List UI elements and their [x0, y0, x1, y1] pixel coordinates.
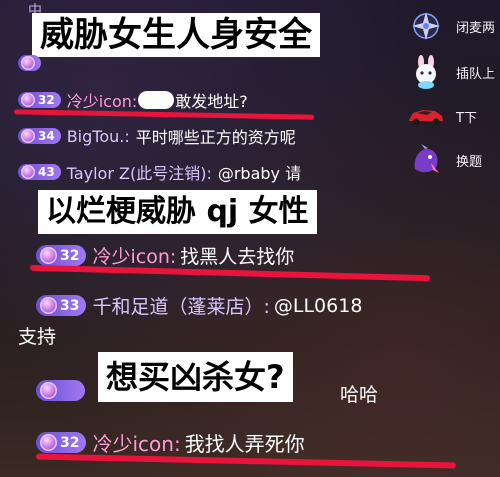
chat-message: 支持	[18, 326, 57, 348]
gem-icon	[40, 434, 57, 451]
gem-icon	[21, 129, 35, 143]
chat-row: 34 BigTou.: 平时哪些正方的资方呢	[18, 124, 296, 148]
race-car-icon	[406, 99, 446, 133]
chat-username: 冷少icon:	[92, 246, 177, 268]
level-number: 34	[38, 129, 55, 143]
level-badge: 34	[18, 128, 61, 144]
level-badge: 33	[36, 295, 87, 316]
gem-icon	[21, 56, 35, 70]
level-number: 32	[60, 247, 80, 264]
level-badge: 32	[36, 245, 87, 266]
chat-username: 千和足道（蓬莱店）:	[92, 296, 270, 318]
chat-message: @rbaby 请	[217, 164, 302, 183]
gem-icon	[21, 93, 35, 107]
level-number: 32	[38, 93, 55, 107]
bunny-mascot-icon	[406, 55, 446, 89]
level-badge: 32	[36, 432, 87, 453]
level-number: 32	[60, 434, 80, 451]
chat-row-tail: 哈哈	[340, 380, 378, 407]
chat-username: 冷少icon:	[92, 432, 181, 456]
caption-hire-killer: 想买凶杀女?	[98, 352, 293, 402]
purple-dragon-icon	[406, 143, 446, 177]
chat-message: 平时哪些正方的资方呢	[135, 128, 296, 147]
level-number: 33	[60, 297, 80, 314]
chat-message: 我找人弄死你	[184, 432, 305, 456]
sidebar-item-label: T下	[456, 110, 477, 126]
chat-row	[18, 55, 41, 71]
chat-row: 43 Taylor Z(此号注销): @rbaby 请	[18, 160, 301, 184]
sidebar-item-kick[interactable]: T下	[400, 92, 500, 140]
livestream-chat-screenshot: 中… 威胁女生人身安全 32 冷少icon: 敢发地址? 34 BigTou.:…	[0, 0, 500, 477]
chat-username: Taylor Z(此号注销):	[66, 164, 212, 183]
chat-row: 32 冷少icon: 我找人弄死你	[36, 428, 305, 457]
gift-sidebar: 闭麦两 插队上 T下 换题	[400, 0, 500, 190]
level-badge	[18, 55, 41, 71]
chat-message: @LL0618	[273, 294, 363, 317]
chat-username: 冷少icon:	[66, 92, 138, 111]
star-compass-icon	[406, 9, 446, 43]
level-badge: 43	[18, 164, 61, 180]
sidebar-item-label: 插队上	[456, 66, 496, 82]
chat-username: BigTou.:	[66, 126, 130, 146]
caption-meme-threat: 以烂梗威胁 qj 女性	[38, 190, 317, 234]
level-badge	[36, 380, 85, 401]
chat-row-continuation: 支持	[18, 322, 56, 349]
gem-icon	[21, 165, 35, 179]
gem-icon	[40, 382, 57, 399]
chat-row: 33 千和足道（蓬莱店）: @LL0618	[36, 292, 362, 319]
sidebar-item-mute[interactable]: 闭麦两	[400, 2, 500, 50]
sidebar-item-label: 闭麦两	[456, 20, 496, 36]
chat-row: 32 冷少icon: 敢发地址?	[18, 88, 248, 112]
chat-message: 哈哈	[340, 384, 379, 406]
level-badge: 32	[18, 92, 61, 108]
chat-message: 敢发地址?	[175, 92, 248, 111]
redaction-blob	[138, 91, 175, 109]
sidebar-item-change-topic[interactable]: 换题	[400, 136, 500, 184]
level-number: 43	[38, 165, 55, 179]
gem-icon	[40, 297, 57, 314]
caption-threat-safety: 威胁女生人身安全	[32, 13, 320, 57]
sidebar-item-label: 换题	[456, 154, 483, 170]
chat-message: 找黑人去找你	[180, 246, 295, 268]
sidebar-item-queue[interactable]: 插队上	[400, 48, 500, 96]
gem-icon	[40, 247, 57, 264]
chat-row	[36, 380, 85, 401]
